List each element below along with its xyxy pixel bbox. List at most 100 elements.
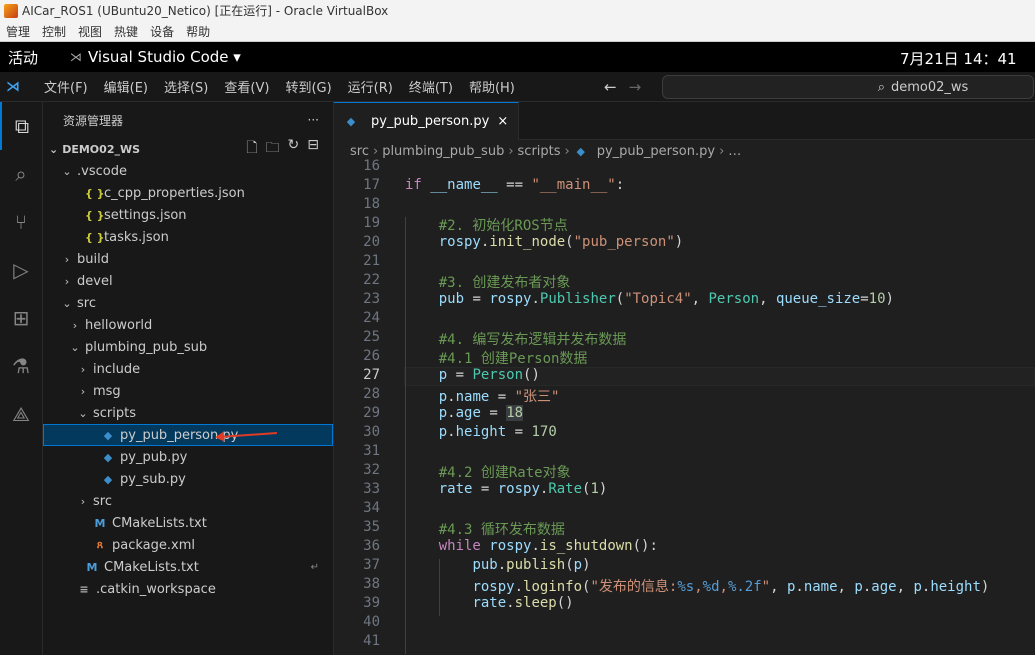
cmake-file-icon: M (86, 560, 98, 574)
code-token: "Topic4" (624, 291, 692, 307)
code-token: ) (598, 481, 608, 497)
vbox-menu-item[interactable]: 视图 (72, 23, 108, 40)
tree-item[interactable]: › src (43, 490, 333, 512)
code-editor[interactable]: 16 17 if __name__ == "__main__": 18 19 #2. 初… (334, 158, 1035, 655)
vscode-small-icon: ⋊ (70, 50, 82, 64)
tree-item[interactable]: M CMakeLists.txt (43, 512, 333, 534)
vbox-menu-item[interactable]: 热键 (108, 23, 144, 40)
tree-item[interactable]: { } c_cpp_properties.json (43, 182, 333, 204)
line-number: 30 (363, 424, 380, 440)
menu-item[interactable]: 选择(S) (156, 77, 216, 96)
more-actions-icon[interactable]: ··· (308, 113, 319, 127)
code-token: queue_size (775, 291, 861, 307)
tree-item[interactable]: ⌄ src (43, 292, 333, 314)
tree-item[interactable]: ጸ package.xml (43, 534, 333, 556)
code-token: , (759, 291, 776, 307)
menu-item[interactable]: 转到(G) (277, 77, 339, 96)
tree-item[interactable]: ≡ .catkin_workspace (43, 578, 333, 600)
code-token: , (837, 579, 855, 595)
run-debug-icon[interactable]: ▷ (0, 246, 42, 294)
tree-item[interactable]: ⌄ plumbing_pub_sub (43, 336, 333, 358)
cmake-file-icon: M (94, 516, 106, 530)
vbox-menu-item[interactable]: 管理 (0, 23, 36, 40)
tree-item[interactable]: ⌄ scripts (43, 402, 333, 424)
tree-item[interactable]: ⌄ .vscode (43, 160, 333, 182)
code-token: sleep (514, 595, 557, 611)
breadcrumb-item[interactable]: py_pub_person.py (597, 144, 715, 159)
tree-item[interactable]: ◆ py_pub.py (43, 446, 333, 468)
indent-guide (405, 217, 406, 654)
code-line: rospy.loginfo("发布的信息:%s,%d,%.2f", p.name… (405, 576, 989, 596)
new-folder-icon[interactable]: 🗀 (266, 137, 280, 161)
tree-item-label: helloworld (85, 317, 153, 333)
close-icon[interactable]: × (497, 114, 508, 129)
search-view-icon[interactable]: ⌕ (0, 150, 42, 198)
tree-item[interactable]: › include (43, 358, 333, 380)
code-token: . (497, 557, 507, 573)
code-token: , (770, 579, 787, 595)
vbox-menu-item[interactable]: 控制 (36, 23, 72, 40)
workspace-header[interactable]: ⌄ DEMO02_WS 🗋 🗀 ↻ ⊟ (43, 137, 333, 161)
menu-item[interactable]: 帮助(H) (461, 77, 523, 96)
command-center[interactable]: ⌕ demo02_ws (662, 75, 1034, 99)
code-token: ) (674, 234, 684, 250)
line-number: 37 (363, 557, 380, 573)
activities-button[interactable]: 活动 (0, 47, 70, 68)
code-token: . (447, 424, 456, 440)
code-token: () (523, 367, 540, 383)
tree-item-label: include (93, 361, 141, 377)
menu-item[interactable]: 查看(V) (216, 77, 277, 96)
tree-item[interactable]: › build (43, 248, 333, 270)
tree-item[interactable]: ◆ py_sub.py (43, 468, 333, 490)
tree-item[interactable]: M CMakeLists.txt ↵ (43, 556, 333, 578)
tree-item[interactable]: › msg (43, 380, 333, 402)
twistie-icon: ⌄ (78, 406, 88, 420)
ros-icon[interactable]: ⟁ (0, 390, 42, 438)
tree-item[interactable]: ◆ py_pub_person.py (43, 424, 333, 446)
back-arrow-icon[interactable]: ← (604, 78, 629, 96)
menu-item[interactable]: 运行(R) (340, 77, 401, 96)
xml-file-icon: ጸ (96, 538, 104, 551)
code-token: , (719, 579, 728, 595)
code-token: = (472, 481, 498, 497)
line-number: 34 (363, 500, 380, 516)
tree-item[interactable]: › helloworld (43, 314, 333, 336)
new-file-icon[interactable]: 🗋 (246, 137, 257, 161)
refresh-icon[interactable]: ↻ (288, 137, 300, 161)
nav-arrows[interactable]: ←→ (604, 78, 653, 96)
collapse-all-icon[interactable]: ⊟ (307, 137, 319, 161)
forward-arrow-icon[interactable]: → (629, 78, 654, 96)
twistie-icon: › (80, 494, 86, 508)
tree-item[interactable]: { } settings.json (43, 204, 333, 226)
app-name: Visual Studio Code ▾ (88, 48, 241, 66)
source-control-icon[interactable]: ⑂ (0, 198, 42, 246)
json-file-icon: { } (85, 186, 105, 200)
code-line: rate = rospy.Rate(1) (405, 481, 608, 497)
explorer-icon[interactable]: ⧉ (0, 102, 42, 150)
code-token: p (438, 405, 448, 421)
tab-py-pub-person[interactable]: ◆ py_pub_person.py × (334, 102, 520, 140)
breadcrumb-item[interactable]: scripts (518, 144, 561, 159)
breadcrumb-item[interactable]: … (728, 144, 741, 159)
breadcrumb-item[interactable]: plumbing_pub_sub (382, 144, 504, 159)
tree-item-label: build (77, 251, 109, 267)
line-number: 25 (363, 329, 380, 345)
code-token: p (854, 579, 863, 595)
vbox-menu-item[interactable]: 设备 (144, 23, 180, 40)
breadcrumb-item[interactable]: src (350, 144, 369, 159)
menu-item[interactable]: 终端(T) (401, 77, 461, 96)
code-line: #3. 创建发布者对象 (405, 272, 571, 292)
clock[interactable]: 7月21日 14：41 (900, 48, 1017, 69)
extensions-icon[interactable]: ⊞ (0, 294, 42, 342)
menu-item[interactable]: 文件(F) (36, 77, 96, 96)
menu-item[interactable]: 编辑(E) (96, 77, 156, 96)
tree-item[interactable]: › devel (43, 270, 333, 292)
code-token: rospy (497, 481, 540, 497)
app-menu[interactable]: ⋊ Visual Studio Code ▾ (70, 48, 241, 66)
tree-item[interactable]: { } tasks.json (43, 226, 333, 248)
window-title: AICar_ROS1 (UBuntu20_Netico) [正在运行] - Or… (22, 4, 389, 18)
testing-icon[interactable]: ⚗ (0, 342, 42, 390)
twistie-icon: › (80, 362, 86, 376)
vbox-menu-item[interactable]: 帮助 (180, 23, 216, 40)
